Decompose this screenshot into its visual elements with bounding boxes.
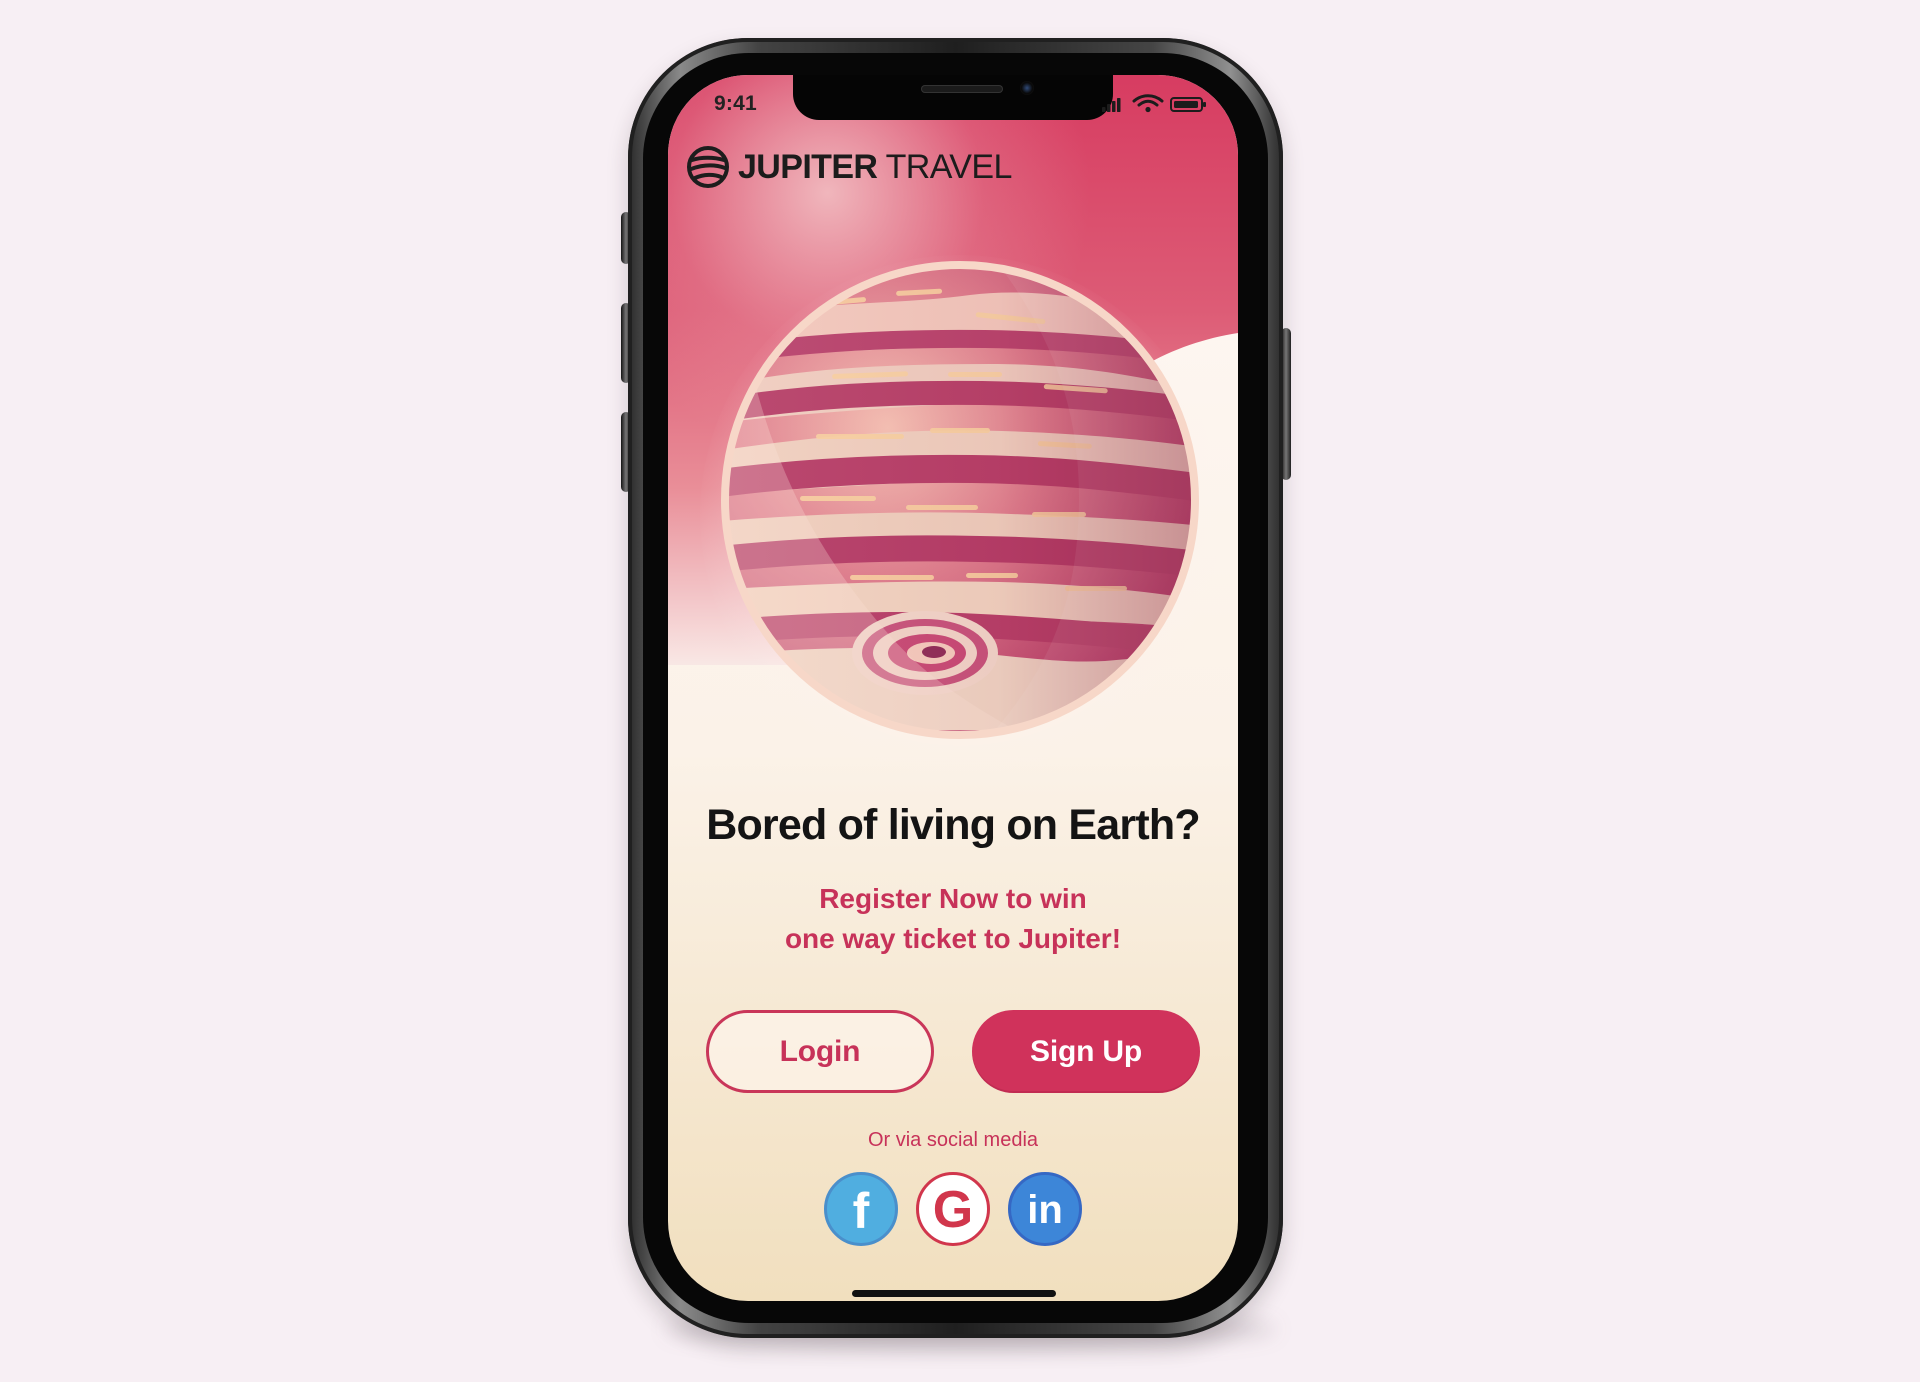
login-button[interactable]: Login [706, 1010, 934, 1093]
google-login-button[interactable]: G [916, 1172, 990, 1246]
phone-notch [793, 75, 1113, 120]
social-caption: Or via social media [867, 1129, 1039, 1151]
hero-subline-line-2: one way ticket to Jupiter! [784, 923, 1122, 954]
hero-subline: Register Now to win one way ticket to Ju… [668, 879, 1238, 959]
front-camera [1020, 81, 1034, 95]
brand-name-bold: JUPITER [738, 148, 878, 186]
home-indicator [852, 1290, 1056, 1297]
brand-name: JUPITER TRAVEL [738, 150, 1012, 184]
hero-subline-line-1: Register Now to win [819, 883, 1087, 914]
signal-icon [1102, 98, 1121, 112]
linkedin-login-button[interactable]: in [1008, 1172, 1082, 1246]
presentation-scene: 9:41 JUPITER TRAVEL Bored of living on E… [0, 0, 1920, 1382]
hero-headline: Bored of living on Earth? [706, 801, 1200, 849]
brand-name-light: TRAVEL [877, 148, 1013, 186]
status-icons [1102, 94, 1206, 113]
google-icon: G [932, 1181, 974, 1239]
brand-logo: JUPITER TRAVEL [686, 145, 1012, 189]
linkedin-icon: in [1027, 1188, 1063, 1232]
social-login-row: f G in [824, 1172, 1084, 1248]
jupiter-planet-illustration [721, 261, 1199, 739]
facebook-login-button[interactable]: f [824, 1172, 898, 1246]
signup-button[interactable]: Sign Up [972, 1010, 1200, 1093]
wifi-icon [1132, 94, 1164, 113]
facebook-icon: f [852, 1183, 870, 1239]
phone-screen: 9:41 JUPITER TRAVEL Bored of living on E… [668, 75, 1238, 1301]
status-time: 9:41 [714, 92, 757, 115]
battery-icon [1170, 97, 1206, 112]
jupiter-logo-icon [687, 146, 729, 188]
earpiece-speaker [921, 85, 1003, 93]
auth-actions: Login Sign Up [706, 1010, 1201, 1096]
